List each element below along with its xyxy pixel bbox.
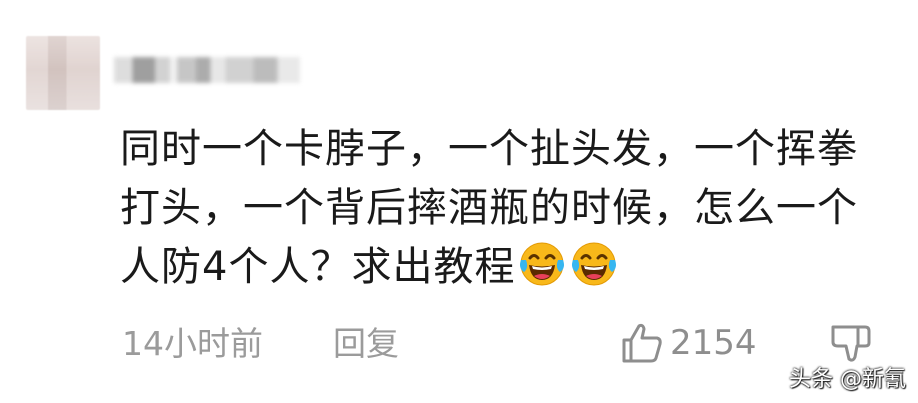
- comment-timestamp: 14小时前: [122, 324, 263, 363]
- like-count: 2154: [670, 323, 757, 363]
- avatar[interactable]: [26, 36, 100, 110]
- reply-button[interactable]: 回复: [333, 322, 399, 366]
- like-button[interactable]: 2154: [620, 320, 757, 366]
- username-blurred[interactable]: [114, 57, 300, 83]
- laugh-cry-icon: [520, 242, 565, 286]
- laugh-cry-icon: [572, 242, 617, 286]
- comment-body: 同时一个卡脖子，一个扯头发，一个挥拳打头，一个背后摔酒瓶的时候，怎么一个人防4个…: [120, 120, 895, 297]
- thumbs-up-icon: [622, 323, 662, 363]
- comment-text: 同时一个卡脖子，一个扯头发，一个挥拳打头，一个背后摔酒瓶的时候，怎么一个人防4个…: [120, 126, 858, 290]
- thumbs-down-icon[interactable]: [829, 321, 873, 365]
- watermark: 头条 @新氰: [789, 367, 906, 392]
